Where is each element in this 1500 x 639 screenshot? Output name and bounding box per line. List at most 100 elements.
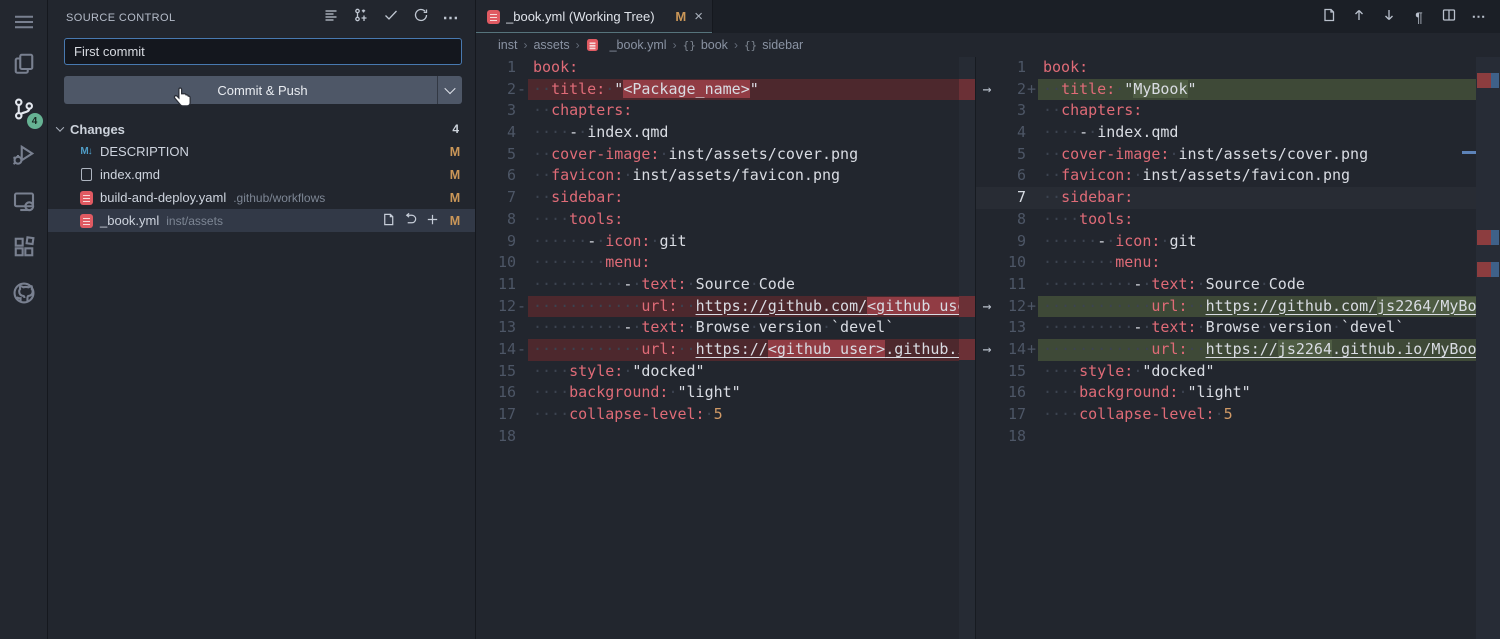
code-text: ····style:·"docked" [528,361,975,383]
overview-ruler-original[interactable] [959,57,975,639]
activity-item-run-debug[interactable] [0,134,48,180]
activity-item-menu[interactable] [0,6,48,42]
diff-line-original-3[interactable]: 3··chapters: [476,100,975,122]
diff-revert-arrow-icon[interactable]: → [976,339,998,361]
more-actions-button[interactable]: ⋯ [441,8,461,28]
changed-line-marker [1477,230,1491,245]
diff-modified-pane[interactable]: 1book:→2+··title:·"MyBook"3··chapters:4·… [976,57,1500,639]
breadcrumb-item-book[interactable]: {}book [683,38,728,52]
diff-line-modified-7[interactable]: 7··sidebar: [976,187,1500,209]
diff-line-modified-16[interactable]: 16····background:·"light" [976,382,1500,404]
line-number: 16 [998,382,1038,404]
ellipsis-icon: ⋯ [443,8,460,28]
activity-item-source-control[interactable]: 4 [0,88,48,134]
diff-line-modified-17[interactable]: 17····collapse-level:·5 [976,404,1500,426]
diff-line-modified-13[interactable]: 13··········-·text:·Browse·version·`deve… [976,317,1500,339]
changes-file-list: M↓DESCRIPTIONMindex.qmdMbuild-and-deploy… [48,140,475,232]
diff-line-original-15[interactable]: 15····style:·"docked" [476,361,975,383]
open-file-button[interactable] [1318,6,1340,28]
breadcrumb-item-sidebar[interactable]: {}sidebar [744,38,803,52]
tab-book-yml-working-tree[interactable]: _book.yml (Working Tree) M × [476,0,713,33]
diff-line-original-7[interactable]: 7··sidebar: [476,187,975,209]
diff-line-original-12[interactable]: 12-············url:··https://github.com/… [476,296,975,318]
commit-button[interactable] [381,8,401,28]
more-actions-button[interactable]: ⋯ [1468,6,1490,28]
diff-line-original-2[interactable]: 2-··title:·"<Package_name>" [476,79,975,101]
diff-line-original-1[interactable]: 1book: [476,57,975,79]
refresh-button[interactable] [411,8,431,28]
diff-line-original-6[interactable]: 6··favicon:·inst/assets/favicon.png [476,165,975,187]
commit-options-dropdown[interactable] [437,76,462,104]
line-number: 9 [998,231,1038,253]
diff-line-modified-18[interactable]: 18 [976,426,1500,448]
diff-line-modified-2[interactable]: →2+··title:·"MyBook" [976,79,1500,101]
breadcrumb-item--book-yml[interactable]: _book.yml [586,38,667,52]
diff-line-modified-14[interactable]: →14+············url:··https://js2264.git… [976,339,1500,361]
activity-item-remote-explorer[interactable] [0,180,48,226]
source-control-graph-button[interactable] [351,8,371,28]
diff-line-modified-5[interactable]: 5··cover-image:·inst/assets/cover.png [976,144,1500,166]
close-icon[interactable]: × [694,9,703,24]
commit-and-push-button[interactable]: Commit & Push [64,76,462,104]
file-row-description[interactable]: M↓DESCRIPTIONM [48,140,475,163]
diff-line-modified-6[interactable]: 6··favicon:·inst/assets/favicon.png [976,165,1500,187]
changes-section-header[interactable]: Changes 4 [48,118,475,140]
diff-line-original-18[interactable]: 18 [476,426,975,448]
overview-ruler-modified[interactable] [1476,57,1500,639]
diff-line-original-5[interactable]: 5··cover-image:·inst/assets/cover.png [476,144,975,166]
diff-line-modified-11[interactable]: 11··········-·text:·Source·Code [976,274,1500,296]
commit-message-input[interactable] [64,38,462,65]
diff-line-modified-9[interactable]: 9······-·icon:·git [976,231,1500,253]
line-number: 15 [476,361,528,383]
code-text [1038,426,1500,448]
activity-item-extensions[interactable] [0,226,48,272]
toggle-whitespace-button[interactable]: ¶ [1408,6,1430,28]
code-text: ····tools: [1038,209,1500,231]
openfile-icon [1321,7,1337,26]
diff-line-original-14[interactable]: 14-············url:··https://<github_use… [476,339,975,361]
diff-line-modified-10[interactable]: 10········menu: [976,252,1500,274]
line-number: 17 [998,404,1038,426]
file-row--book-yml[interactable]: _book.ymlinst/assetsM [48,209,475,232]
previous-change-button[interactable] [1348,6,1370,28]
view-as-list-button[interactable] [321,8,341,28]
code-text: ··cover-image:·inst/assets/cover.png [528,144,975,166]
diff-line-original-11[interactable]: 11··········-·text:·Source·Code [476,274,975,296]
tab-label: _book.yml (Working Tree) [506,9,669,24]
diff-line-original-16[interactable]: 16····background:·"light" [476,382,975,404]
diff-line-modified-15[interactable]: 15····style:·"docked" [976,361,1500,383]
diff-line-modified-12[interactable]: →12+············url:··https://github.com… [976,296,1500,318]
diff-line-original-10[interactable]: 10········menu: [476,252,975,274]
code-text: ····collapse-level:·5 [528,404,975,426]
diff-line-original-4[interactable]: 4····-·index.qmd [476,122,975,144]
file-row-index-qmd[interactable]: index.qmdM [48,163,475,186]
graph-icon [353,7,369,28]
activity-item-explorer[interactable] [0,42,48,88]
breadcrumb-item-assets[interactable]: assets [533,38,569,52]
diff-line-original-13[interactable]: 13··········-·text:·Browse·version·`deve… [476,317,975,339]
code-text: ············url:··https://github.com/js2… [1038,296,1500,318]
diff-revert-arrow-icon[interactable]: → [976,296,998,318]
diff-line-modified-1[interactable]: 1book: [976,57,1500,79]
stage-changes-button[interactable] [425,212,440,230]
diff-line-original-9[interactable]: 9······-·icon:·git [476,231,975,253]
code-text: ··cover-image:·inst/assets/cover.png [1038,144,1500,166]
line-number: 6 [476,165,528,187]
diff-revert-arrow-icon[interactable]: → [976,79,998,101]
file-row-build-and-deploy-yaml[interactable]: build-and-deploy.yaml.github/workflowsM [48,186,475,209]
diff-line-original-8[interactable]: 8····tools: [476,209,975,231]
diff-line-modified-8[interactable]: 8····tools: [976,209,1500,231]
discard-changes-button[interactable] [403,212,418,230]
diff-line-modified-4[interactable]: 4····-·index.qmd [976,122,1500,144]
line-number: 10 [476,252,528,274]
breadcrumb-item-inst[interactable]: inst [498,38,517,52]
open-file-button[interactable] [381,212,396,230]
next-change-button[interactable] [1378,6,1400,28]
diff-original-pane[interactable]: 1book:2-··title:·"<Package_name>"3··chap… [476,57,976,639]
activity-item-github[interactable] [0,272,48,318]
arrow-gutter [976,404,998,426]
split-editor-button[interactable] [1438,6,1460,28]
line-number: 12- [476,296,528,318]
diff-line-modified-3[interactable]: 3··chapters: [976,100,1500,122]
diff-line-original-17[interactable]: 17····collapse-level:·5 [476,404,975,426]
